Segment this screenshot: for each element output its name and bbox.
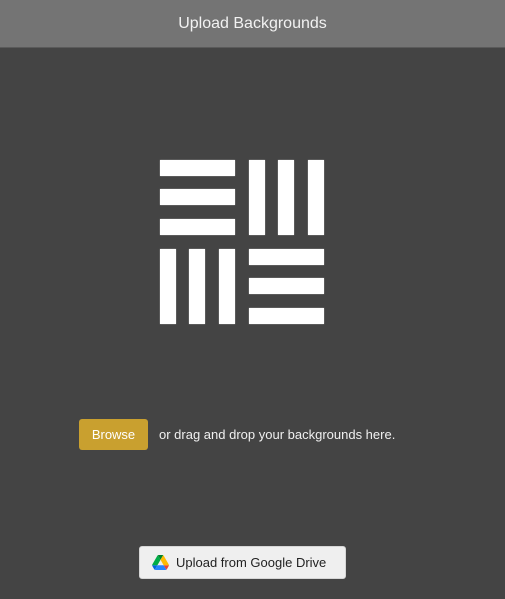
basket-weave-pattern-icon	[160, 160, 325, 324]
browse-button[interactable]: Browse	[79, 419, 148, 450]
drag-drop-hint: or drag and drop your backgrounds here.	[159, 427, 396, 442]
header-bar: Upload Backgrounds	[0, 0, 505, 48]
upload-google-drive-label: Upload from Google Drive	[176, 555, 327, 570]
drop-zone[interactable]: Browse or drag and drop your backgrounds…	[79, 419, 395, 450]
upload-google-drive-button[interactable]: Upload from Google Drive	[139, 546, 346, 579]
google-drive-icon	[152, 555, 169, 570]
page-title: Upload Backgrounds	[178, 14, 327, 32]
